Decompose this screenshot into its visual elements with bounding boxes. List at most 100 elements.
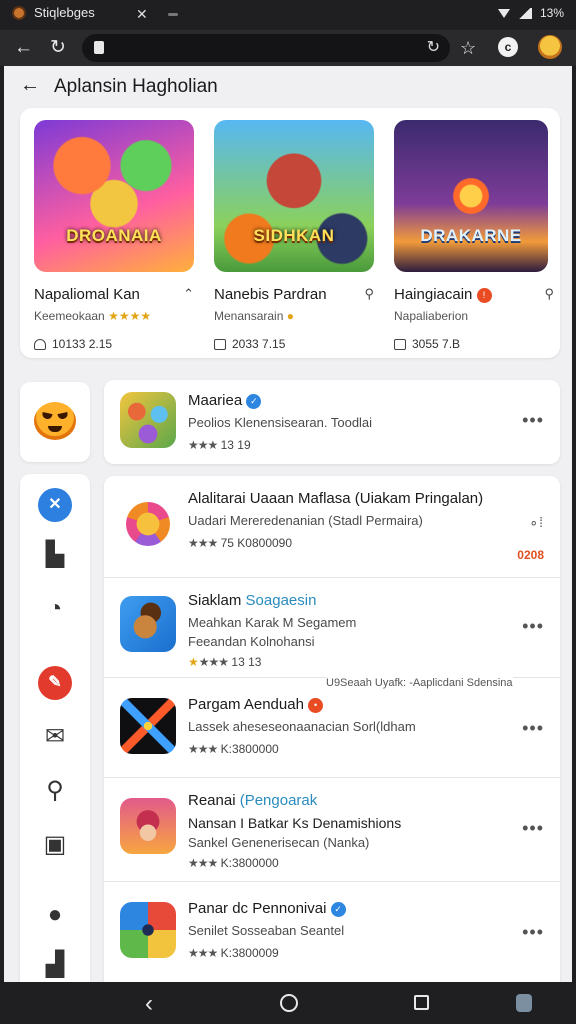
refresh-icon[interactable]: ↻ [427, 37, 440, 57]
featured-card[interactable]: DROANAIA Napaliomal Kan ⌃ Keemeokaan ★★★★… [34, 120, 198, 351]
verified-icon: ✓ [330, 901, 346, 917]
featured-stars: ★★★★ [108, 309, 152, 323]
grid-icon [214, 338, 226, 350]
tag-icon [34, 338, 46, 350]
list-item[interactable]: Panar dc Pennonivai ✓ Senilet Sosseaban … [104, 882, 560, 982]
app-row-card[interactable]: Maariea ✓ Peolios Klenensisearan. Toodla… [104, 380, 560, 464]
app-icon[interactable] [120, 596, 176, 652]
page-back-icon[interactable]: ← [20, 74, 40, 97]
featured-thumb-title: SIDHKAN [253, 226, 335, 245]
more-options-icon[interactable]: ••• [522, 818, 544, 839]
app-rating: ★★★ K:3800000 [188, 856, 279, 870]
reload-icon[interactable]: ↻ [50, 36, 66, 60]
app-description: Nansan I Batkar Ks Denamishions [188, 815, 402, 831]
list-item[interactable]: Siaklam Soagaesin Meahkan Karak M Segame… [104, 578, 560, 678]
profile-avatar[interactable] [538, 35, 562, 59]
featured-card[interactable]: SIDHKAN Nanebis Pardran ⚲ Menansarain ● 2… [214, 120, 378, 351]
nav-home-icon[interactable] [280, 994, 298, 1012]
nav-recents-icon[interactable] [414, 995, 429, 1010]
app-name: Panar dc Pennonivai ✓ [188, 900, 510, 917]
system-nav-bar: ‹ [0, 982, 576, 1024]
app-icon[interactable] [120, 698, 176, 754]
overlay-note: U9Seaah Uyafk: -Aaplicdani Sdensina [326, 677, 513, 689]
sidebar-item-settings[interactable]: ▟ [38, 948, 72, 982]
browser-toolbar: ← ↻ ↻ ☆ c [0, 30, 576, 66]
more-options-icon[interactable]: ••• [522, 718, 544, 739]
badge-icon: • [308, 697, 324, 713]
featured-name: Napaliomal Kan ⌃ [34, 286, 194, 303]
list-item[interactable]: Pargam Aenduah • Lassek aheseseonaanacia… [104, 678, 560, 778]
featured-thumbnail[interactable]: SIDHKAN [214, 120, 374, 272]
download-count: 0208 [517, 548, 544, 562]
app-description: Meahkan Karak M Segamem [188, 615, 357, 630]
person-icon[interactable]: ⚲ [544, 286, 554, 302]
featured-subtitle: Menansarain ● [214, 309, 294, 323]
featured-thumbnail[interactable]: DROANAIA [34, 120, 194, 272]
emoji-shortcut[interactable] [20, 382, 90, 462]
sidebar-item-library[interactable]: ▣ [38, 828, 72, 862]
sidebar-item-search[interactable]: ⚲ [38, 774, 72, 808]
list-item[interactable]: Alalitarai Uaaan Maflasa (Uiakam Pringal… [104, 476, 560, 578]
featured-meta: 10133 2.15 [34, 337, 198, 351]
sidebar-item-store[interactable]: ▙ [38, 538, 72, 572]
app-description: Uadari Mereredenanian (Stadl Permaira) [188, 513, 423, 528]
nav-extra-icon[interactable] [516, 994, 532, 1012]
back-arrow-icon[interactable]: ← [14, 36, 33, 60]
more-options-icon[interactable]: ••• [522, 410, 544, 431]
sidebar-item-messages[interactable]: ✉ [38, 720, 72, 754]
lock-icon [94, 41, 104, 54]
app-description-secondary: Sankel Genenerisecan (Nanka) [188, 835, 370, 850]
featured-subtitle: Napaliaberion [394, 309, 469, 323]
list-item[interactable]: Reanai (Pengoarak Nansan I Batkar Ks Den… [104, 778, 560, 882]
nav-back-icon[interactable]: ‹ [145, 990, 153, 1018]
featured-thumbnail[interactable]: DRAKARNE [394, 120, 548, 272]
person-icon: ● [47, 901, 63, 928]
new-tab-icon[interactable] [168, 13, 178, 16]
angry-face-icon [34, 402, 76, 440]
extension-icon[interactable]: c [498, 37, 518, 57]
more-options-icon[interactable]: ••• [522, 922, 544, 943]
badge-icon: ! [476, 287, 492, 303]
featured-thumb-title: DRAKARNE [420, 226, 522, 245]
featured-card[interactable]: DRAKARNE Haingiacain ! ⚲ Napaliaberion 30… [394, 120, 558, 351]
tab-title: Stiqlebges [34, 5, 95, 20]
message-icon: ✉ [44, 723, 66, 750]
chat-icon: ◔ [47, 595, 63, 622]
person-icon[interactable]: ⚲ [364, 286, 374, 302]
app-description: Senilet Sosseaban Seantel [188, 923, 345, 938]
settings-icon: ▟ [45, 951, 65, 978]
games-icon: ✎ [38, 666, 72, 700]
browser-tab[interactable]: Stiqlebges [12, 5, 95, 20]
app-icon[interactable] [120, 902, 176, 958]
app-icon[interactable] [120, 798, 176, 854]
app-rating: ★★★ 75 K0800090 [188, 536, 293, 550]
sidebar-item-chat[interactable]: ◔ [38, 592, 72, 626]
tab-favicon [12, 5, 26, 20]
more-options-icon[interactable]: ••• [522, 616, 544, 637]
app-name: Pargam Aenduah • [188, 696, 510, 713]
library-icon: ▣ [43, 831, 67, 858]
status-bar: Stiqlebges ✕ 13% [0, 0, 576, 30]
app-description: Lassek aheseseonaanacian Sorl(ldham [188, 719, 416, 734]
app-list: Alalitarai Uaaan Maflasa (Uiakam Pringal… [104, 476, 560, 982]
app-icon[interactable] [120, 392, 176, 448]
wifi-icon [497, 8, 510, 18]
verified-icon: ✓ [246, 393, 262, 409]
bookmark-star-icon[interactable]: ☆ [460, 36, 476, 60]
page-header: ← Aplansin Hagholian [4, 66, 572, 106]
app-name: Reanai (Pengoarak [188, 792, 318, 809]
app-rating: ★★★ K:3800000 [188, 742, 279, 756]
sidebar-item-games[interactable]: ✎ [38, 666, 72, 700]
app-rating: ★★★ K:3800009 [188, 946, 279, 960]
app-icon[interactable] [120, 496, 176, 552]
sidebar-item-apps[interactable]: ✕ [38, 488, 72, 522]
address-bar[interactable]: ↻ [82, 34, 450, 62]
system-indicators: 13% [497, 6, 564, 20]
download-icon[interactable]: ⌃ [183, 286, 194, 302]
sidebar-item-profile[interactable]: ● [38, 898, 72, 932]
app-name: Alalitarai Uaaan Maflasa (Uiakam Pringal… [188, 490, 484, 507]
tab-close-icon[interactable]: ✕ [136, 6, 148, 23]
featured-name: Nanebis Pardran ⚲ [214, 286, 374, 303]
store-icon: ▙ [45, 541, 65, 568]
share-icon[interactable]: ∘⁞ [529, 514, 544, 531]
